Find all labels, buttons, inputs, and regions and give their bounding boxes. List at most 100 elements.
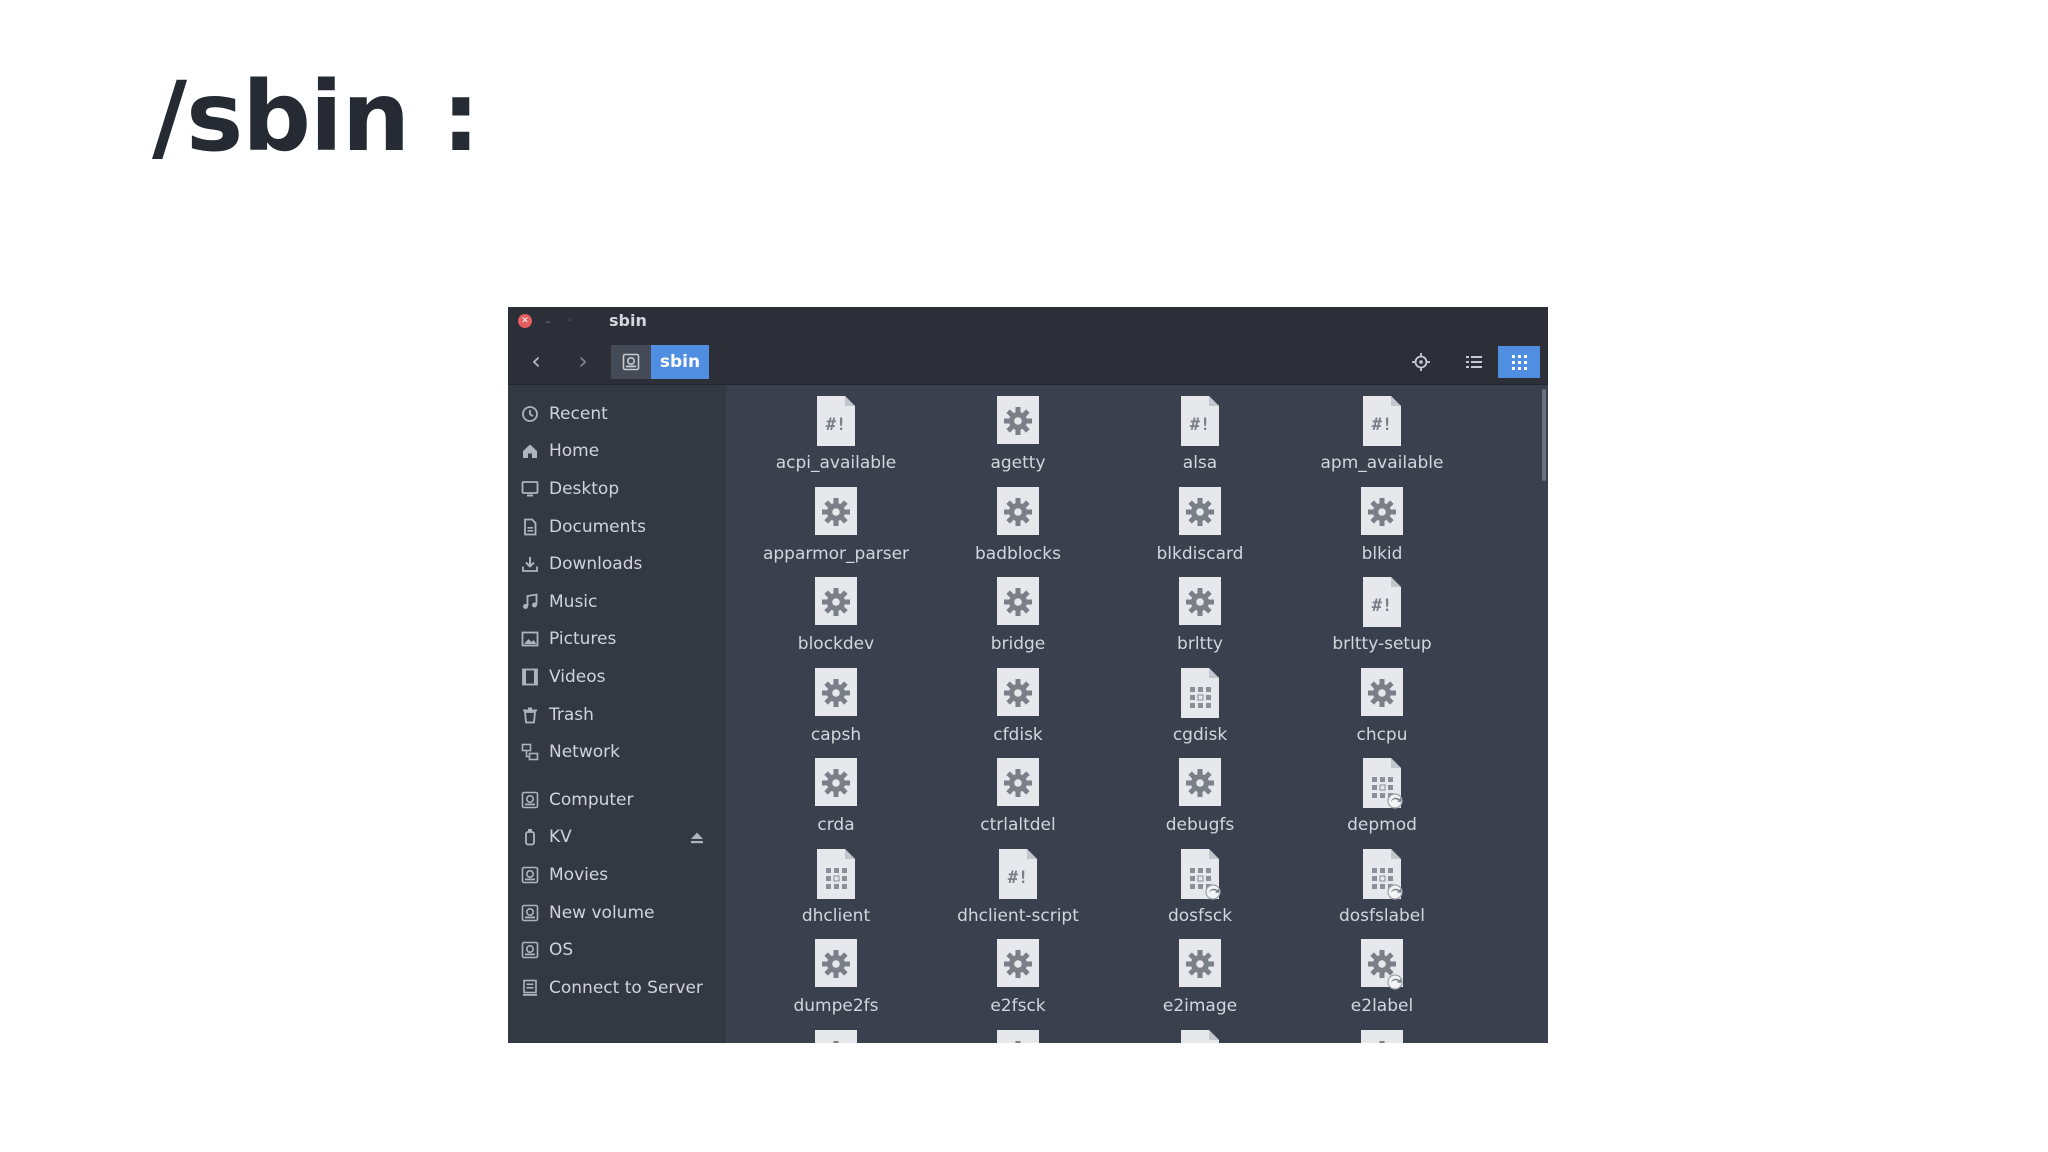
file-name: capsh bbox=[810, 724, 862, 745]
sidebar-item-downloads[interactable]: Downloads bbox=[508, 545, 726, 583]
file-name: brltty-setup bbox=[1332, 634, 1432, 654]
sidebar-item-home[interactable]: Home bbox=[508, 433, 726, 471]
minimize-icon: – bbox=[545, 314, 551, 328]
close-icon: ✕ bbox=[521, 315, 529, 326]
file-item[interactable]: badblocks bbox=[927, 478, 1109, 568]
sidebar-item-trash[interactable]: Trash bbox=[508, 696, 726, 734]
drive-icon bbox=[622, 353, 640, 371]
file-item[interactable]: agetty bbox=[927, 387, 1109, 477]
file-item[interactable]: ctrlaltdel bbox=[927, 749, 1109, 839]
scrollbar-thumb[interactable] bbox=[1542, 389, 1546, 481]
file-manager-window: ✕ – ◦ sbin ‹ › sbin Recent Home Desktop … bbox=[508, 307, 1548, 1043]
minimize-button[interactable]: – bbox=[541, 314, 555, 328]
file-item[interactable]: apparmor_parser bbox=[745, 478, 927, 568]
file-view: #! acpi_available agetty #! alsa #! apm_availa… bbox=[726, 385, 1548, 1043]
binary-file-icon bbox=[814, 848, 858, 900]
maximize-button[interactable]: ◦ bbox=[563, 314, 577, 328]
file-item[interactable]: #! acpi_available bbox=[745, 387, 927, 477]
file-item[interactable]: brltty bbox=[1109, 568, 1291, 658]
file-item-partial[interactable] bbox=[745, 1021, 927, 1043]
binary-file-icon bbox=[1360, 757, 1404, 809]
file-item[interactable]: e2fsck bbox=[927, 930, 1109, 1020]
file-item[interactable]: chcpu bbox=[1291, 659, 1473, 749]
file-item-partial[interactable]: #! bbox=[1109, 1021, 1291, 1043]
forward-button[interactable]: › bbox=[569, 347, 597, 375]
grid-icon bbox=[1511, 354, 1527, 370]
script-file-icon: #! bbox=[1360, 395, 1404, 447]
file-item[interactable]: cfdisk bbox=[927, 659, 1109, 749]
file-item[interactable]: bridge bbox=[927, 568, 1109, 658]
file-item[interactable]: #! apm_available bbox=[1291, 387, 1473, 477]
grid-view-button[interactable] bbox=[1498, 346, 1540, 378]
sidebar-item-connect-to-server[interactable]: Connect to Server bbox=[508, 969, 726, 1007]
sidebar-item-os[interactable]: OS bbox=[508, 931, 726, 969]
file-name: dumpe2fs bbox=[793, 996, 879, 1016]
svg-text:#!: #! bbox=[1190, 415, 1210, 435]
file-item-partial[interactable] bbox=[1291, 1021, 1473, 1043]
sidebar-item-label: Videos bbox=[549, 666, 606, 687]
executable-file-icon bbox=[814, 757, 858, 809]
file-name: cgdisk bbox=[1172, 724, 1228, 745]
file-item[interactable]: blkdiscard bbox=[1109, 478, 1291, 568]
sidebar-item-desktop[interactable]: Desktop bbox=[508, 470, 726, 508]
file-item[interactable]: dosfsck bbox=[1109, 840, 1291, 930]
executable-file-icon bbox=[1178, 757, 1222, 809]
executable-file-icon bbox=[814, 486, 858, 538]
sidebar-item-videos[interactable]: Videos bbox=[508, 658, 726, 696]
file-item[interactable]: depmod bbox=[1291, 749, 1473, 839]
sidebar-item-documents[interactable]: Documents bbox=[508, 508, 726, 546]
network-icon bbox=[520, 742, 540, 762]
file-item[interactable]: dosfslabel bbox=[1291, 840, 1473, 930]
file-name: blkid bbox=[1361, 543, 1403, 564]
executable-file-icon bbox=[1178, 486, 1222, 538]
file-item[interactable]: blkid bbox=[1291, 478, 1473, 568]
sidebar-item-label: OS bbox=[549, 940, 574, 961]
sidebar-item-kv[interactable]: KV bbox=[508, 819, 726, 857]
sidebar-item-music[interactable]: Music bbox=[508, 583, 726, 621]
sidebar-item-recent[interactable]: Recent bbox=[508, 395, 726, 433]
drive-icon bbox=[520, 790, 540, 810]
sidebar-item-computer[interactable]: Computer bbox=[508, 781, 726, 819]
crosshair-icon bbox=[1412, 353, 1430, 371]
file-name: chcpu bbox=[1356, 724, 1408, 745]
locate-button[interactable] bbox=[1400, 346, 1442, 378]
file-name: apm_available bbox=[1320, 453, 1444, 473]
file-icon bbox=[1360, 1029, 1404, 1043]
executable-file-icon bbox=[814, 667, 858, 719]
binary-file-icon bbox=[1360, 848, 1404, 900]
svg-text:#!: #! bbox=[1008, 868, 1028, 888]
sidebar-item-movies[interactable]: Movies bbox=[508, 856, 726, 894]
sidebar-item-pictures[interactable]: Pictures bbox=[508, 621, 726, 659]
file-item[interactable]: crda bbox=[745, 749, 927, 839]
file-item[interactable]: capsh bbox=[745, 659, 927, 749]
file-item[interactable]: blockdev bbox=[745, 568, 927, 658]
file-item-partial[interactable] bbox=[927, 1021, 1109, 1043]
download-icon bbox=[520, 554, 540, 574]
sidebar-devices: Computer KV Movies New volume OS Connect to S… bbox=[508, 781, 726, 1007]
sidebar-item-label: Recent bbox=[549, 403, 608, 424]
music-icon bbox=[520, 592, 540, 612]
file-item[interactable]: dhclient bbox=[745, 840, 927, 930]
usb-icon bbox=[520, 827, 540, 847]
sidebar: Recent Home Desktop Documents Downloads Music… bbox=[508, 385, 726, 1043]
breadcrumb-current[interactable]: sbin bbox=[651, 345, 709, 379]
executable-file-icon bbox=[996, 486, 1040, 538]
back-button[interactable]: ‹ bbox=[522, 347, 550, 375]
file-item[interactable]: e2image bbox=[1109, 930, 1291, 1020]
file-item[interactable]: dumpe2fs bbox=[745, 930, 927, 1020]
file-item[interactable]: #! alsa bbox=[1109, 387, 1291, 477]
file-item[interactable]: #! brltty-setup bbox=[1291, 568, 1473, 658]
file-item[interactable]: debugfs bbox=[1109, 749, 1291, 839]
list-view-button[interactable] bbox=[1453, 346, 1495, 378]
file-name: blkdiscard bbox=[1156, 543, 1244, 564]
file-item[interactable]: cgdisk bbox=[1109, 659, 1291, 749]
file-item[interactable]: e2label bbox=[1291, 930, 1473, 1020]
sidebar-item-network[interactable]: Network bbox=[508, 733, 726, 771]
executable-file-icon bbox=[1360, 486, 1404, 538]
breadcrumb-root[interactable] bbox=[611, 345, 651, 379]
sidebar-item-new-volume[interactable]: New volume bbox=[508, 894, 726, 932]
eject-icon[interactable] bbox=[690, 830, 704, 849]
close-button[interactable]: ✕ bbox=[518, 314, 532, 328]
clock-icon bbox=[520, 404, 540, 424]
file-item[interactable]: #! dhclient-script bbox=[927, 840, 1109, 930]
